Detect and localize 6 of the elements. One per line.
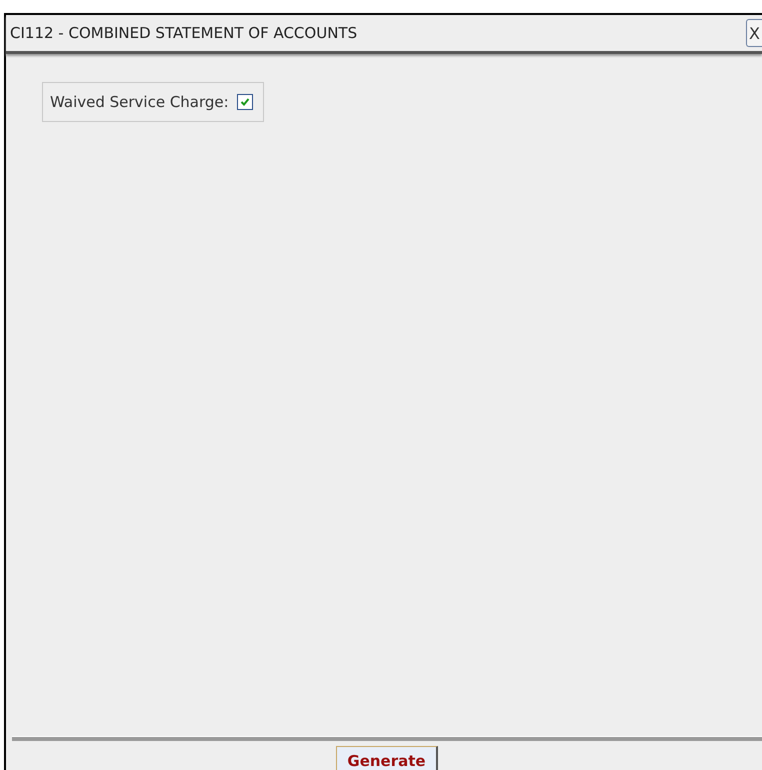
option-label: Waived Service Charge:	[50, 93, 229, 111]
close-button[interactable]: X	[746, 19, 762, 47]
generate-button[interactable]: Generate	[336, 746, 438, 770]
window-title: CI112 - COMBINED STATEMENT OF ACCOUNTS	[10, 24, 358, 42]
checkbox[interactable]	[236, 94, 253, 110]
checkmark-icon	[240, 97, 250, 107]
